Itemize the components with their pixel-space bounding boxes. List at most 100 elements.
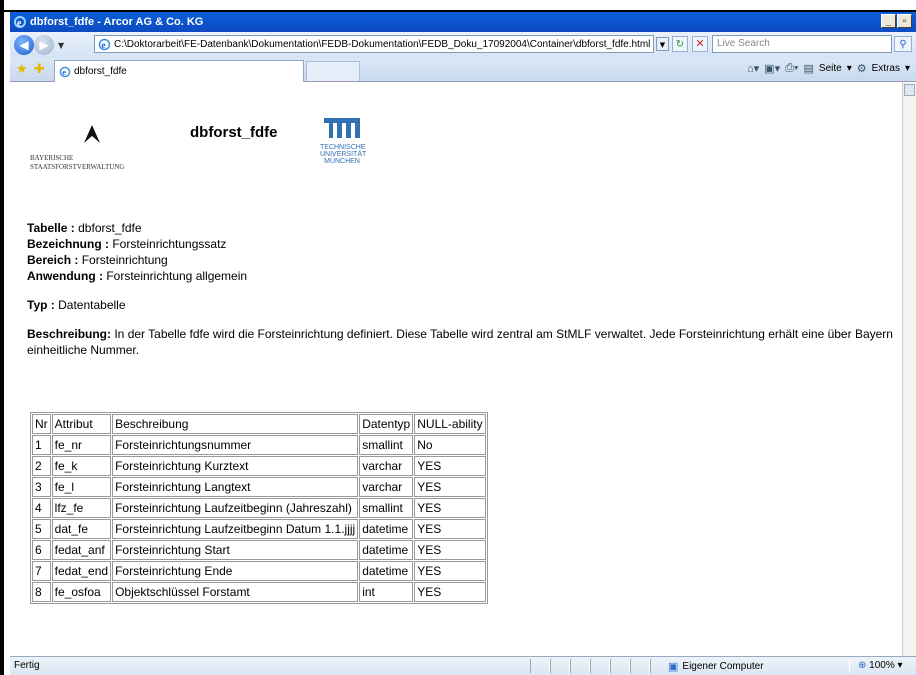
address-bar: ◀ ▶ ▼ e C:\Doktorarbeit\FE-Datenbank\Dok…	[10, 32, 916, 58]
table-cell: fe_l	[51, 477, 112, 497]
table-cell: varchar	[359, 456, 414, 476]
status-pane	[570, 659, 590, 673]
zoom-control[interactable]: ⊕ 100% ▾	[858, 660, 903, 671]
table-header-cell: Nr	[32, 414, 51, 434]
table-cell: YES	[414, 519, 486, 539]
command-bar: ⌂▾ ▣▾ ⎙▾ ▤ Seite ▾ ⚙ Extras ▾	[747, 62, 910, 75]
info-bezeichnung: Bezeichnung : Forsteinrichtungssatz	[27, 237, 227, 251]
new-tab-button[interactable]	[306, 61, 360, 81]
page-ie-icon: e	[98, 38, 111, 50]
table-cell: YES	[414, 582, 486, 602]
table-cell: 5	[32, 519, 51, 539]
table-cell: Forsteinrichtung Laufzeitbeginn (Jahresz…	[112, 498, 359, 518]
table-row: 6 fedat_anf Forsteinrichtung Start datetime…	[32, 540, 486, 560]
window-title: dbforst_fdfe - Arcor AG & Co. KG	[30, 16, 204, 28]
internet-explorer-icon: e	[14, 16, 26, 29]
info-typ: Typ : Datentabelle	[27, 298, 126, 312]
page-menu-icon: ▤	[803, 63, 814, 75]
table-row: 1 fe_nr Forsteinrichtungsnummer smallint No	[32, 435, 486, 455]
screen-left-border	[0, 0, 4, 675]
table-row: 4 lfz_fe Forsteinrichtung Laufzeitbeginn (…	[32, 498, 486, 518]
screen-top-border	[0, 0, 916, 12]
table-cell: Forsteinrichtung Langtext	[112, 477, 359, 497]
table-cell: datetime	[359, 519, 414, 539]
table-cell: Forsteinrichtung Ende	[112, 561, 359, 581]
table-header-cell: Datentyp	[359, 414, 414, 434]
status-text: Fertig	[14, 660, 40, 671]
table-cell: YES	[414, 561, 486, 581]
status-pane	[630, 659, 650, 673]
url-text: C:\Doktorarbeit\FE-Datenbank\Dokumentati…	[114, 38, 651, 50]
page-header: BAYERISCHE STAATSFORSTVERWALTUNG dbforst…	[30, 102, 380, 172]
tab-bar: ★ ✚ e dbforst_fdfe ⌂▾ ▣▾ ⎙▾ ▤ Seite ▾ ⚙ E…	[10, 58, 916, 82]
window-controls: _ ▫	[881, 14, 912, 28]
attribute-table: Nr Attribut Beschreibung Datentyp NULL-a…	[30, 412, 488, 604]
table-row: 5 dat_fe Forsteinrichtung Laufzeitbeginn D…	[32, 519, 486, 539]
table-cell: 2	[32, 456, 51, 476]
table-cell: YES	[414, 498, 486, 518]
security-zone[interactable]: ▣ Eigener Computer	[668, 660, 764, 673]
table-cell: Forsteinrichtung Kurztext	[112, 456, 359, 476]
status-pane	[550, 659, 570, 673]
svg-text:e: e	[102, 40, 106, 50]
zoom-icon: ⊕	[858, 660, 867, 671]
tab-ie-icon: e	[59, 66, 71, 77]
status-bar: Fertig ▣ Eigener Computer ⊕ 100% ▾	[10, 656, 916, 675]
add-favorites-icon[interactable]: ✚	[34, 62, 45, 77]
table-cell: lfz_fe	[51, 498, 112, 518]
table-cell: No	[414, 435, 486, 455]
table-cell: YES	[414, 456, 486, 476]
restore-button[interactable]: ▫	[897, 14, 912, 28]
scrollbar-thumb[interactable]	[904, 84, 915, 96]
table-cell: 6	[32, 540, 51, 560]
search-input[interactable]: Live Search	[712, 35, 892, 53]
minimize-button[interactable]: _	[881, 14, 896, 28]
table-info: Tabelle : dbforst_fdfe Bezeichnung : For…	[27, 220, 902, 358]
table-cell: smallint	[359, 435, 414, 455]
logo-left-line2: STAATSFORSTVERWALTUNG	[30, 163, 125, 171]
home-icon[interactable]: ⌂▾	[747, 62, 759, 75]
table-cell: datetime	[359, 561, 414, 581]
table-row: 3 fe_l Forsteinrichtung Langtext varchar YES	[32, 477, 486, 497]
table-row: 8 fe_osfoa Objektschlüssel Forstamt int YES	[32, 582, 486, 602]
url-dropdown-icon[interactable]: ▼	[656, 37, 669, 51]
back-button[interactable]: ◀	[14, 35, 34, 55]
table-cell: Objektschlüssel Forstamt	[112, 582, 359, 602]
stop-icon[interactable]: ✕	[692, 36, 708, 52]
page-menu[interactable]: Seite	[819, 63, 842, 74]
tab-active[interactable]: e dbforst_fdfe	[54, 60, 304, 82]
info-tabelle: Tabelle : dbforst_fdfe	[27, 221, 142, 235]
feeds-icon[interactable]: ▣▾	[764, 62, 780, 75]
history-dropdown-icon[interactable]: ▼	[58, 41, 64, 50]
table-cell: smallint	[359, 498, 414, 518]
table-cell: Forsteinrichtung Laufzeitbeginn Datum 1.…	[112, 519, 359, 539]
forward-button[interactable]: ▶	[34, 35, 54, 55]
tum-logo: TECHNISCHE UNIVERSITÄT MÜNCHEN	[320, 116, 366, 165]
table-cell: Forsteinrichtung Start	[112, 540, 359, 560]
table-cell: YES	[414, 477, 486, 497]
table-cell: dat_fe	[51, 519, 112, 539]
table-cell: 7	[32, 561, 51, 581]
table-cell: fe_osfoa	[51, 582, 112, 602]
extras-gear-icon: ⚙	[856, 63, 867, 75]
favorites-star-icon[interactable]: ★	[16, 62, 28, 77]
table-row: 7 fedat_end Forsteinrichtung Ende datetime Y…	[32, 561, 486, 581]
svg-text:e: e	[62, 68, 66, 77]
browser-window: e dbforst_fdfe - Arcor AG & Co. KG _ ▫ ◀…	[10, 12, 916, 675]
title-bar: e dbforst_fdfe - Arcor AG & Co. KG _ ▫	[10, 12, 916, 32]
search-icon[interactable]: ⚲	[894, 36, 912, 52]
url-input[interactable]: e C:\Doktorarbeit\FE-Datenbank\Dokumenta…	[94, 35, 654, 53]
table-cell: fe_k	[51, 456, 112, 476]
table-cell: fe_nr	[51, 435, 112, 455]
zoom-level: 100%	[869, 660, 895, 671]
status-pane	[610, 659, 630, 673]
table-cell: fedat_end	[51, 561, 112, 581]
info-bereich: Bereich : Forsteinrichtung	[27, 253, 168, 267]
extras-menu[interactable]: Extras	[872, 63, 900, 74]
table-cell: datetime	[359, 540, 414, 560]
tum-line1: TECHNISCHE	[320, 144, 366, 151]
refresh-icon[interactable]: ↻	[672, 36, 688, 52]
vertical-scrollbar[interactable]	[902, 82, 916, 656]
table-cell: fedat_anf	[51, 540, 112, 560]
print-icon[interactable]: ⎙▾	[785, 62, 798, 75]
